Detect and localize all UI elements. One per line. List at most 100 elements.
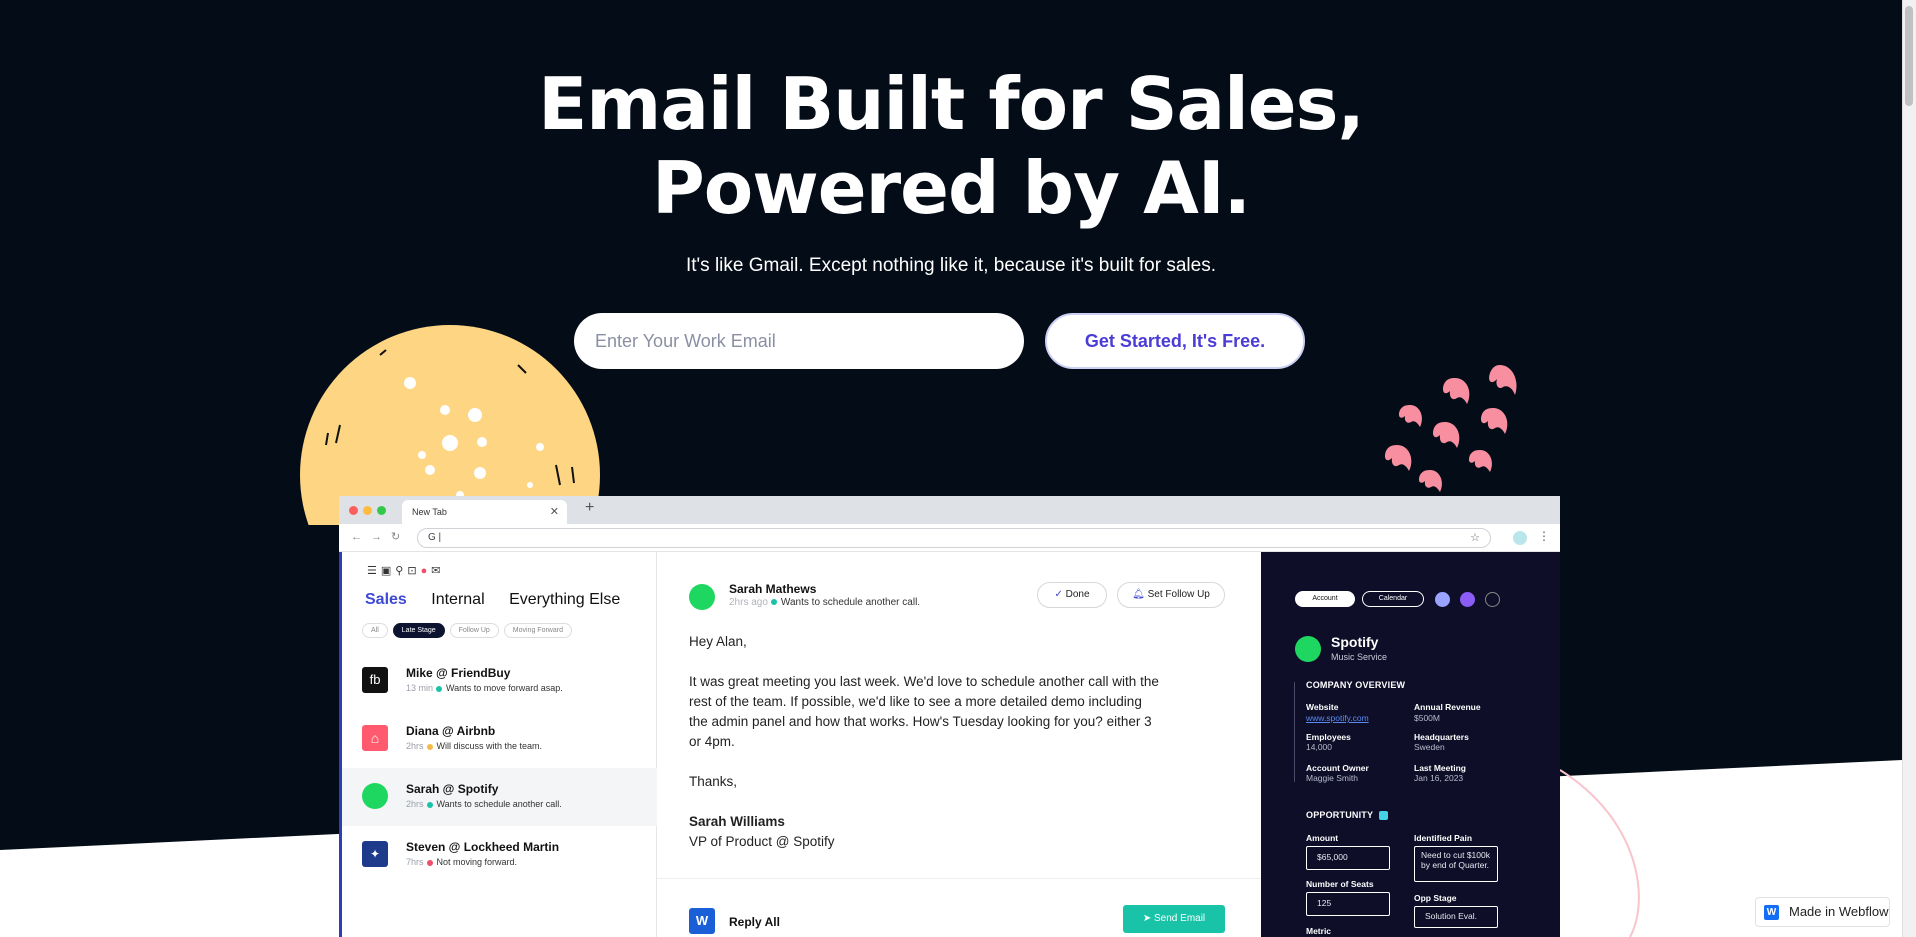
conversation-name: Sarah @ Spotify: [406, 782, 499, 796]
hero-title: Email Built for Sales, Powered by AI.: [538, 62, 1365, 230]
company-overview-title: COMPANY OVERVIEW: [1306, 680, 1406, 690]
conversation-name: Steven @ Lockheed Martin: [406, 840, 560, 854]
menu-icon[interactable]: ☰: [367, 565, 381, 577]
divider: [657, 878, 1261, 879]
identified-pain-field[interactable]: Need to cut $100k by end of Quarter.: [1414, 846, 1498, 882]
bookmark-star-icon[interactable]: ☆: [1470, 531, 1480, 544]
page-scrollbar[interactable]: [1902, 0, 1916, 937]
browser-tabbar: New Tab ✕ +: [339, 496, 1560, 524]
inbox-pane: ☰▣⚲⊡●✉ Sales Internal Everything Else Al…: [339, 552, 657, 937]
website-label: Website: [1306, 702, 1339, 712]
status-dot: [426, 859, 433, 866]
reply-avatar: W: [689, 908, 715, 934]
tab-close-icon[interactable]: ✕: [550, 505, 559, 518]
company-name: Spotify: [1331, 634, 1379, 650]
bell-icon: 🔔︎: [1132, 589, 1145, 600]
metric-label: Metric: [1306, 926, 1332, 936]
browser-tab-title: New Tab: [412, 507, 447, 517]
status-dot: [770, 599, 777, 606]
sender-avatar: [689, 584, 715, 610]
salesforce-icon[interactable]: [1435, 592, 1450, 607]
conversation-item[interactable]: Sarah @ Spotify 2hrs Wants to schedule an…: [342, 768, 657, 826]
compose-icon[interactable]: ⊡: [407, 565, 420, 577]
conversation-item[interactable]: ✦ Steven @ Lockheed Martin 7hrs Not movin…: [342, 826, 657, 884]
folder-tabs: Sales Internal Everything Else: [365, 591, 640, 609]
search-icon[interactable]: ⚲: [395, 565, 407, 577]
opportunity-badge-icon: [1379, 811, 1389, 821]
send-icon: ➤: [1142, 913, 1152, 924]
opp-stage-label: Opp Stage: [1414, 893, 1457, 903]
revenue-label: Annual Revenue: [1414, 702, 1481, 712]
conversation-name: Mike @ FriendBuy: [406, 666, 511, 680]
filter-chips: All Late Stage Follow Up Moving Forward: [362, 623, 572, 638]
headquarters-value: Sweden: [1414, 742, 1445, 752]
tab-internal[interactable]: Internal: [431, 591, 484, 608]
work-email-input[interactable]: [574, 313, 1024, 369]
reply-all-label[interactable]: Reply All: [729, 915, 780, 929]
minimize-window-dot: [363, 506, 372, 515]
product-screenshot-browser: New Tab ✕ + ←→↻ G | ☆ ⋮ ☰▣⚲⊡●✉ Sales Int…: [339, 496, 1560, 937]
browser-nav-icons[interactable]: ←→↻: [351, 530, 409, 543]
hero-subtitle: It's like Gmail. Except nothing like it,…: [686, 255, 1216, 276]
crm-sidebar: Account Calendar Spotify Music Service C…: [1261, 552, 1560, 937]
account-owner-label: Account Owner: [1306, 763, 1369, 773]
made-in-webflow-badge[interactable]: W Made in Webflow: [1755, 897, 1890, 927]
company-type: Music Service: [1331, 652, 1388, 662]
browser-menu-icon[interactable]: ⋮: [1538, 529, 1550, 543]
conversation-name: Diana @ Airbnb: [406, 724, 496, 738]
filter-follow-up[interactable]: Follow Up: [449, 623, 499, 638]
filter-all[interactable]: All: [362, 623, 388, 638]
close-window-dot: [349, 506, 358, 515]
notifications-icon[interactable]: ●: [421, 565, 432, 577]
conversation-item[interactable]: fb Mike @ FriendBuy 13 min Wants to move …: [342, 652, 657, 710]
profile-avatar-icon[interactable]: [1513, 531, 1527, 545]
conversation-meta: 2hrs Will discuss with the team.: [406, 741, 543, 751]
scrollbar-thumb[interactable]: [1905, 6, 1913, 106]
friendbuy-logo: fb: [362, 667, 388, 693]
browser-address-bar: ←→↻ G | ☆ ⋮: [339, 524, 1560, 552]
spotify-logo: [1295, 636, 1321, 662]
website-link[interactable]: www.spotify.com: [1306, 713, 1369, 723]
send-email-button[interactable]: ➤ Send Email: [1123, 905, 1225, 933]
webflow-logo-icon: W: [1764, 905, 1779, 920]
seats-field[interactable]: 125: [1306, 892, 1390, 916]
conversation-item[interactable]: ⌂ Diana @ Airbnb 2hrs Will discuss with t…: [342, 710, 657, 768]
mail-icon[interactable]: ✉: [431, 565, 444, 577]
email-view: Sarah Mathews 2hrs ago Wants to schedule …: [657, 552, 1261, 937]
tab-account[interactable]: Account: [1295, 591, 1355, 607]
tab-everything-else[interactable]: Everything Else: [509, 591, 620, 608]
set-follow-up-button[interactable]: 🔔︎ Set Follow Up: [1117, 582, 1225, 608]
new-tab-icon[interactable]: +: [585, 499, 594, 517]
revenue-value: $500M: [1414, 713, 1440, 723]
conversation-meta: 13 min Wants to move forward asap.: [406, 683, 563, 693]
url-value: G |: [428, 532, 442, 543]
tab-calendar[interactable]: Calendar: [1362, 591, 1424, 607]
url-field[interactable]: G | ☆: [417, 528, 1491, 548]
spotify-logo: [362, 783, 388, 809]
done-button[interactable]: ✓ Done: [1037, 582, 1107, 608]
calendar-icon[interactable]: ▣: [381, 565, 395, 577]
sender-meta: 2hrs ago Wants to schedule another call.: [729, 597, 921, 608]
tab-sales[interactable]: Sales: [365, 591, 407, 608]
get-started-button[interactable]: Get Started, It's Free.: [1045, 313, 1305, 369]
account-owner-value: Maggie Smith: [1306, 773, 1358, 783]
browser-tab[interactable]: New Tab ✕: [402, 500, 567, 524]
identified-pain-label: Identified Pain: [1414, 833, 1473, 843]
email-app: ☰▣⚲⊡●✉ Sales Internal Everything Else Al…: [339, 552, 1560, 937]
amount-field[interactable]: $65,000: [1306, 846, 1390, 870]
employees-value: 14,000: [1306, 742, 1332, 752]
webflow-badge-label: Made in Webflow: [1789, 904, 1889, 919]
add-integration-icon[interactable]: [1485, 592, 1500, 607]
divider: [1294, 682, 1295, 782]
email-signoff: Thanks,: [689, 774, 738, 789]
filter-late-stage[interactable]: Late Stage: [392, 623, 445, 638]
signature-name: Sarah Williams: [689, 814, 785, 829]
opportunity-title: OPPORTUNITY: [1306, 810, 1389, 821]
opp-stage-field[interactable]: Solution Eval.: [1414, 906, 1498, 928]
status-dot: [436, 685, 443, 692]
headquarters-label: Headquarters: [1414, 732, 1469, 742]
integration-icon[interactable]: [1460, 592, 1475, 607]
filter-moving-forward[interactable]: Moving Forward: [503, 623, 572, 638]
status-dot: [426, 801, 433, 808]
sender-name: Sarah Mathews: [729, 582, 817, 596]
